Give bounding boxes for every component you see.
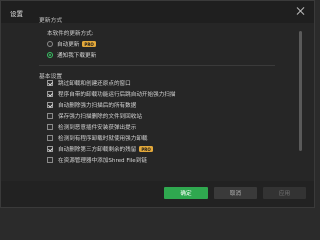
- checkbox-icon[interactable]: [47, 157, 53, 163]
- scrollbar[interactable]: [299, 31, 302, 151]
- checkbox-label: 检测到有程序卸载时就使用强力卸载: [58, 136, 148, 142]
- dialog-footer: 确定 取消 应用: [1, 181, 314, 207]
- radio-button-icon[interactable]: [47, 41, 53, 47]
- radio-auto-update[interactable]: 自动更新 PRO: [47, 40, 96, 48]
- radio-label: 自动更新: [57, 42, 80, 48]
- section-divider: [39, 65, 275, 66]
- checkbox-option[interactable]: 保存强力扫描删除的文件到回收站: [47, 112, 142, 120]
- settings-dialog: 设置 更新方式 本软件的更新方式: 自动更新 PRO 通知我下载更新 基本设置 …: [0, 0, 315, 208]
- checkbox-icon[interactable]: [47, 102, 53, 108]
- cancel-button[interactable]: 取消: [214, 187, 257, 199]
- checkbox-label: 检测到恶意插件安装获弹出提示: [58, 125, 137, 131]
- checkbox-label: 保存强力扫描删除的文件到回收站: [58, 114, 142, 120]
- checkbox-option[interactable]: 检测到有程序卸载时就使用强力卸载: [47, 134, 148, 142]
- checkbox-label: 跳过卸载和创建还原点的窗口: [58, 81, 131, 87]
- checkbox-icon[interactable]: [47, 113, 53, 119]
- ok-button[interactable]: 确定: [164, 187, 208, 199]
- checkbox-icon[interactable]: [47, 124, 53, 130]
- radio-notify-update[interactable]: 通知我下载更新: [47, 51, 96, 59]
- radio-button-icon[interactable]: [47, 52, 53, 58]
- pro-badge: PRO: [82, 41, 96, 47]
- checkbox-option[interactable]: 跳过卸载和创建还原点的窗口: [47, 79, 131, 87]
- checkbox-icon[interactable]: [47, 80, 53, 86]
- checkbox-option[interactable]: 程序自带的卸载功能运行后跳自动开始强力扫描: [47, 90, 175, 98]
- update-method-question: 本软件的更新方式:: [47, 31, 94, 37]
- checkbox-option[interactable]: 自动删除强力扫描后的所有数据: [47, 101, 136, 109]
- checkbox-label: 程序自带的卸载功能运行后跳自动开始强力扫描: [58, 92, 176, 98]
- checkbox-option[interactable]: 自动删除第三方卸载剩余的残留 PRO: [47, 145, 153, 153]
- checkbox-option[interactable]: 在资源管理器中添加Shred File到链: [47, 156, 147, 164]
- checkbox-label: 自动删除第三方卸载剩余的残留: [58, 147, 137, 153]
- checkbox-label: 自动删除强力扫描后的所有数据: [58, 103, 137, 109]
- radio-label: 通知我下载更新: [57, 53, 97, 59]
- checkbox-option[interactable]: 检测到恶意插件安装获弹出提示: [47, 123, 136, 131]
- checkbox-icon[interactable]: [47, 146, 53, 152]
- update-section-header: 更新方式: [39, 18, 63, 24]
- checkbox-icon[interactable]: [47, 135, 53, 141]
- checkbox-icon[interactable]: [47, 91, 53, 97]
- settings-content: 更新方式 本软件的更新方式: 自动更新 PRO 通知我下载更新 基本设置 跳过卸…: [1, 15, 314, 179]
- checkbox-label: 在资源管理器中添加Shred File到链: [58, 158, 147, 164]
- apply-button[interactable]: 应用: [263, 187, 306, 199]
- pro-badge: PRO: [139, 146, 153, 152]
